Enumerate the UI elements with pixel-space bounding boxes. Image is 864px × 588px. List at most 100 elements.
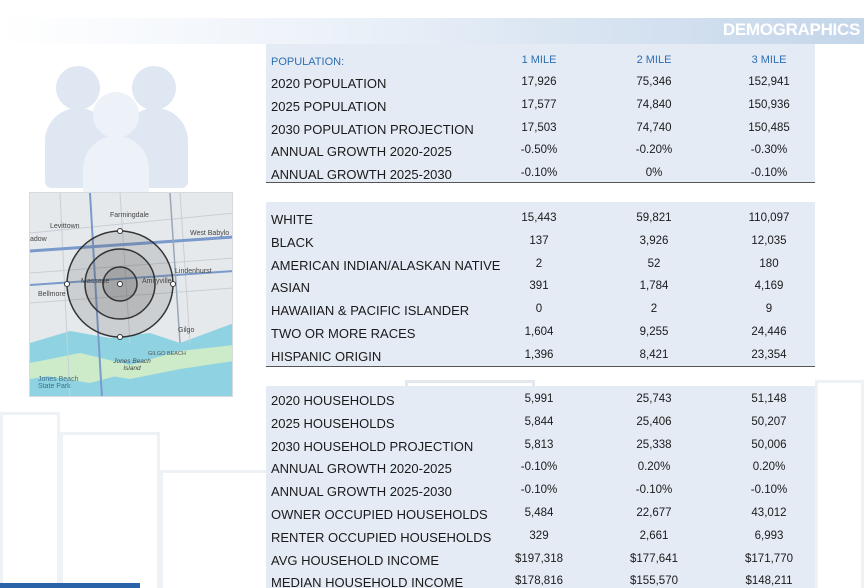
value-2-mile: 2,661 [639, 529, 669, 542]
value-3-mile: 12,035 [751, 234, 787, 247]
table-row: ANNUAL GROWTH 2025-2030 -0.10% -0.10% -0.10… [266, 480, 815, 502]
row-label: ANNUAL GROWTH 2020-2025 [271, 144, 452, 160]
row-label: HISPANIC ORIGIN [271, 348, 382, 364]
value-3-mile: 110,097 [748, 212, 790, 224]
value-1-mile: 0 [535, 303, 543, 316]
value-1-mile: 5,484 [524, 507, 554, 519]
value-1-mile: 2 [535, 257, 543, 270]
value-2-mile: 1,784 [639, 280, 669, 293]
row-label: 2025 POPULATION [271, 98, 387, 114]
table-row: 2030 HOUSEHOLD PROJECTION 5,813 25,338 50,0… [266, 435, 815, 457]
table-row: HAWAIIAN & PACIFIC ISLANDER 0 2 9 [266, 299, 815, 321]
background-building [0, 412, 60, 588]
value-3-mile: 150,485 [748, 121, 790, 134]
value-2-mile: 74,740 [636, 121, 672, 134]
map-label: West Babylo [190, 230, 230, 237]
map-label: Amityville [142, 278, 172, 285]
row-label: ANNUAL GROWTH 2025-2030 [271, 484, 452, 500]
value-2-mile: $155,570 [630, 575, 678, 588]
value-2-mile: 59,821 [636, 212, 672, 224]
value-2-mile: 52 [647, 257, 661, 270]
table-row: WHITE 15,443 59,821 110,097 [266, 208, 815, 230]
row-label: MEDIAN HOUSEHOLD INCOME [271, 575, 464, 588]
row-label: AVG HOUSEHOLD INCOME [271, 552, 440, 568]
column-header-3-mile: 3 MILE [751, 54, 787, 66]
value-3-mile: 152,941 [748, 76, 790, 88]
value-1-mile: 1,604 [524, 326, 554, 338]
value-1-mile: $178,816 [515, 575, 563, 588]
section-divider [266, 366, 815, 367]
value-1-mile: 391 [529, 280, 549, 293]
value-1-mile: 17,577 [521, 98, 557, 111]
value-2-mile: 75,346 [636, 76, 672, 88]
value-3-mile: 180 [759, 257, 779, 270]
table-row: 2025 HOUSEHOLDS 5,844 25,406 50,207 [266, 412, 815, 434]
value-3-mile: 24,446 [751, 326, 787, 338]
value-2-mile: -0.10% [635, 484, 673, 497]
demographics-table: POPULATION: 1 MILE 2 MILE 3 MILE 2020 PO… [266, 44, 815, 588]
value-2-mile: $177,641 [630, 552, 678, 565]
row-label: 2030 HOUSEHOLD PROJECTION [271, 438, 474, 454]
value-1-mile: 329 [529, 529, 549, 542]
table-row: RENTER OCCUPIED HOUSEHOLDS 329 2,661 6,993 [266, 526, 815, 548]
value-1-mile: -0.10% [520, 167, 558, 180]
row-label: ANNUAL GROWTH 2025-2030 [271, 167, 452, 183]
value-2-mile: 22,677 [636, 507, 672, 519]
value-1-mile: -0.10% [520, 461, 558, 474]
map-label: Jones Beach Island [113, 358, 151, 372]
value-3-mile: 6,993 [754, 529, 784, 542]
row-label: 2030 POPULATION PROJECTION [271, 121, 474, 137]
table-row: OWNER OCCUPIED HOUSEHOLDS 5,484 22,677 43,0… [266, 503, 815, 525]
map-label: Lindenhurst [175, 268, 212, 275]
background-building [160, 470, 270, 588]
value-3-mile: 23,354 [751, 348, 787, 361]
table-row: ANNUAL GROWTH 2020-2025 -0.50% -0.20% -0.30… [266, 140, 815, 162]
value-2-mile: 3,926 [639, 234, 669, 247]
table-row: AVG HOUSEHOLD INCOME $197,318 $177,641 $171… [266, 549, 815, 571]
row-label: ANNUAL GROWTH 2020-2025 [271, 461, 452, 477]
value-3-mile: -0.30% [750, 144, 788, 157]
value-3-mile: 50,207 [751, 415, 787, 428]
value-1-mile: $197,318 [515, 552, 563, 565]
row-label: HAWAIIAN & PACIFIC ISLANDER [271, 303, 470, 319]
map-label: GILGO BEACH [148, 351, 186, 357]
row-label: TWO OR MORE RACES [271, 326, 416, 341]
value-1-mile: 5,813 [524, 438, 554, 451]
value-2-mile: 2 [650, 303, 658, 316]
value-2-mile: 25,406 [636, 415, 672, 428]
row-label: AMERICAN INDIAN/ALASKAN NATIVE [271, 257, 501, 273]
value-1-mile: 5,844 [524, 415, 554, 428]
radius-map: Levittown Farmingdale West Babylo Linden… [29, 192, 233, 397]
table-row: AMERICAN INDIAN/ALASKAN NATIVE 2 52 180 [266, 254, 815, 276]
value-2-mile: 74,840 [636, 98, 672, 111]
table-row: MEDIAN HOUSEHOLD INCOME $178,816 $155,570 $… [266, 571, 815, 588]
value-3-mile: 50,006 [751, 438, 787, 451]
row-label: 2020 POPULATION [271, 76, 387, 91]
map-label: adow [30, 236, 47, 243]
value-3-mile: 0.20% [752, 461, 786, 474]
table-row: TWO OR MORE RACES 1,604 9,255 24,446 [266, 322, 815, 344]
row-label: OWNER OCCUPIED HOUSEHOLDS [271, 507, 488, 522]
value-3-mile: 9 [765, 303, 773, 316]
value-3-mile: $148,211 [745, 575, 793, 588]
value-3-mile: 43,012 [751, 507, 787, 519]
value-3-mile: $171,770 [745, 552, 793, 565]
row-label: ASIAN [271, 280, 311, 296]
people-group-icon [40, 60, 200, 196]
table-row: 2030 POPULATION PROJECTION 17,503 74,740 15… [266, 118, 815, 140]
value-1-mile: -0.50% [520, 144, 558, 157]
row-label: WHITE [271, 212, 313, 227]
value-1-mile: 137 [529, 234, 549, 247]
table-row: BLACK 137 3,926 12,035 [266, 231, 815, 253]
value-2-mile: -0.20% [635, 144, 673, 157]
value-2-mile: 0.20% [637, 461, 671, 474]
row-label: RENTER OCCUPIED HOUSEHOLDS [271, 529, 492, 545]
value-1-mile: 17,503 [521, 121, 557, 134]
map-label: Farmingdale [110, 212, 149, 219]
value-1-mile: 5,991 [524, 393, 554, 405]
table-header: POPULATION: 1 MILE 2 MILE 3 MILE [266, 48, 815, 70]
row-label: 2025 HOUSEHOLDS [271, 415, 395, 431]
value-3-mile: 4,169 [754, 280, 784, 293]
value-3-mile: 51,148 [751, 393, 787, 405]
table-row: ANNUAL GROWTH 2020-2025 -0.10% 0.20% 0.20% [266, 457, 815, 479]
